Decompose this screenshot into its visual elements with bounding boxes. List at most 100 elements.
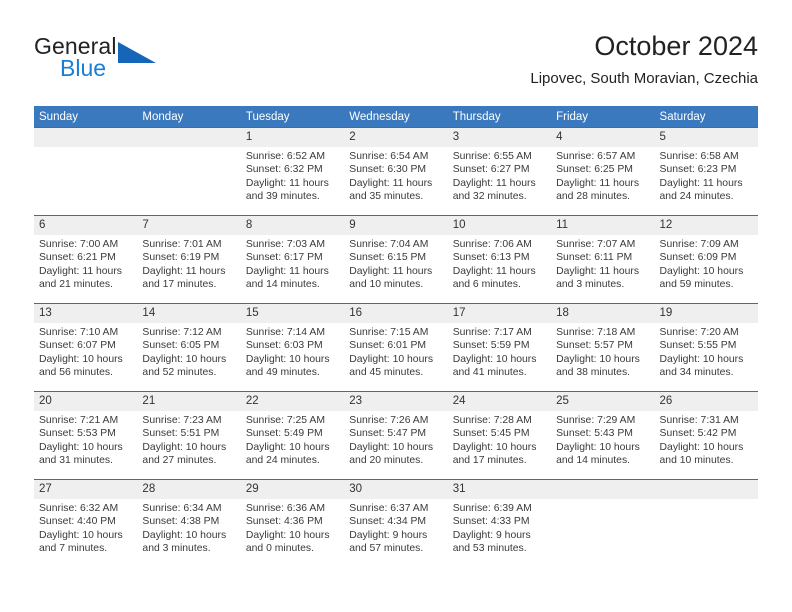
calendar-day-cell[interactable]: 1 Sunrise: 6:52 AM Sunset: 6:32 PM Daylight… [240,127,345,216]
daylight-duration-line1: Daylight: 11 hours [245,177,329,189]
calendar-day-cell[interactable]: 9 Sunrise: 7:04 AM Sunset: 6:15 PM Daylight… [344,215,448,304]
calendar-day-cell[interactable]: 31 Sunrise: 6:39 AM Sunset: 4:33 PM Dayligh… [447,479,552,567]
calendar-day-cell-inner: 5 Sunrise: 6:58 AM Sunset: 6:23 PM Daylight… [654,128,758,215]
daylight-duration-line1: Daylight: 10 hours [452,441,537,453]
calendar-day-number: 8 [240,216,345,235]
calendar-day-cell[interactable]: 29 Sunrise: 6:36 AM Sunset: 4:36 PM Dayligh… [240,479,345,567]
calendar-day-cell[interactable]: 3 Sunrise: 6:55 AM Sunset: 6:27 PM Daylight… [447,127,552,216]
calendar-day-cell[interactable]: 15 Sunrise: 7:14 AM Sunset: 6:03 PM Dayligh… [240,303,345,392]
calendar-day-cell-empty [137,127,241,216]
calendar-day-cell[interactable]: 5 Sunrise: 6:58 AM Sunset: 6:23 PM Daylight… [654,127,758,216]
calendar-day-cell-inner: 19 Sunrise: 7:20 AM Sunset: 5:55 PM Dayligh… [654,304,758,391]
calendar-day-number: 15 [240,304,345,323]
sunset-time: Sunset: 4:33 PM [452,516,530,528]
sunset-time: Sunset: 6:27 PM [452,164,530,176]
calendar-day-cell[interactable]: 12 Sunrise: 7:09 AM Sunset: 6:09 PM Dayligh… [654,215,758,304]
calendar-day-number: 22 [240,392,345,411]
sunrise-time: Sunrise: 7:26 AM [349,415,429,426]
calendar-day-details: Sunrise: 7:07 AM Sunset: 6:11 PM Daylight:… [551,235,654,292]
calendar-day-number: 19 [654,304,758,323]
calendar-day-cell[interactable]: 8 Sunrise: 7:03 AM Sunset: 6:17 PM Daylight… [240,215,345,304]
calendar-day-number [34,128,138,147]
calendar-day-details: Sunrise: 7:23 AM Sunset: 5:51 PM Daylight:… [137,411,240,468]
calendar-day-cell-inner: 22 Sunrise: 7:25 AM Sunset: 5:49 PM Dayligh… [240,392,345,479]
daylight-duration-line2: and 3 minutes. [556,279,625,291]
daylight-duration-line2: and 17 minutes. [142,279,217,291]
daylight-duration-line2: and 35 minutes. [349,191,424,203]
calendar-day-cell[interactable]: 24 Sunrise: 7:28 AM Sunset: 5:45 PM Dayligh… [447,391,552,480]
calendar-day-cell[interactable]: 18 Sunrise: 7:18 AM Sunset: 5:57 PM Dayligh… [551,303,655,392]
calendar-day-cell[interactable]: 10 Sunrise: 7:06 AM Sunset: 6:13 PM Dayligh… [447,215,552,304]
calendar-day-details: Sunrise: 7:10 AM Sunset: 6:07 PM Daylight:… [34,323,137,380]
calendar-day-cell[interactable]: 22 Sunrise: 7:25 AM Sunset: 5:49 PM Dayligh… [240,391,345,480]
calendar-day-cell-inner: 28 Sunrise: 6:34 AM Sunset: 4:38 PM Dayligh… [137,480,241,567]
calendar-day-cell[interactable]: 14 Sunrise: 7:12 AM Sunset: 6:05 PM Dayligh… [137,303,241,392]
daylight-duration-line1: Daylight: 10 hours [659,441,744,453]
sunset-time: Sunset: 6:15 PM [349,252,427,264]
sunset-time: Sunset: 5:43 PM [556,428,633,440]
calendar-day-cell[interactable]: 26 Sunrise: 7:31 AM Sunset: 5:42 PM Dayligh… [654,391,758,480]
sunrise-time: Sunrise: 7:12 AM [142,327,222,338]
calendar-day-details: Sunrise: 7:15 AM Sunset: 6:01 PM Daylight:… [344,323,447,380]
sunrise-time: Sunrise: 7:25 AM [245,415,325,426]
calendar-day-cell[interactable]: 19 Sunrise: 7:20 AM Sunset: 5:55 PM Dayligh… [654,303,758,392]
calendar-day-cell[interactable]: 27 Sunrise: 6:32 AM Sunset: 4:40 PM Dayligh… [34,479,138,567]
calendar-day-details: Sunrise: 6:52 AM Sunset: 6:32 PM Daylight:… [241,147,344,204]
title-block: October 2024 Lipovec, South Moravian, Cz… [530,30,758,89]
sunrise-time: Sunrise: 6:54 AM [349,151,429,162]
daylight-duration-line1: Daylight: 10 hours [245,529,330,541]
calendar-day-number [654,480,758,499]
calendar-day-cell[interactable]: 20 Sunrise: 7:21 AM Sunset: 5:53 PM Dayligh… [34,391,138,480]
calendar-day-cell[interactable]: 28 Sunrise: 6:34 AM Sunset: 4:38 PM Dayligh… [137,479,241,567]
calendar-day-cell-inner: 1 Sunrise: 6:52 AM Sunset: 6:32 PM Daylight… [240,128,345,215]
sunrise-time: Sunrise: 7:09 AM [659,239,739,250]
daylight-duration-line1: Daylight: 10 hours [556,441,640,453]
calendar-day-cell[interactable]: 4 Sunrise: 6:57 AM Sunset: 6:25 PM Daylight… [551,127,655,216]
daylight-duration-line1: Daylight: 10 hours [39,529,123,541]
sunset-time: Sunset: 6:05 PM [142,340,220,352]
sunset-time: Sunset: 6:17 PM [245,252,323,264]
calendar-day-cell-inner: 12 Sunrise: 7:09 AM Sunset: 6:09 PM Dayligh… [654,216,758,303]
calendar-day-cell[interactable]: 23 Sunrise: 7:26 AM Sunset: 5:47 PM Dayligh… [344,391,448,480]
calendar-day-cell[interactable]: 16 Sunrise: 7:15 AM Sunset: 6:01 PM Dayligh… [344,303,448,392]
daylight-duration-line1: Daylight: 11 hours [556,177,640,189]
calendar-day-number: 25 [551,392,655,411]
calendar-day-cell[interactable]: 13 Sunrise: 7:10 AM Sunset: 6:07 PM Dayligh… [34,303,138,392]
sunrise-time: Sunrise: 7:29 AM [556,415,636,426]
sunset-time: Sunset: 6:03 PM [245,340,323,352]
sunset-time: Sunset: 5:51 PM [142,428,220,440]
weekday-header-friday: Friday [551,106,655,128]
calendar-day-cell-inner [137,128,241,215]
daylight-duration-line2: and 45 minutes. [349,367,424,379]
calendar-day-details: Sunrise: 6:58 AM Sunset: 6:23 PM Daylight:… [655,147,758,204]
calendar-day-cell-inner: 11 Sunrise: 7:07 AM Sunset: 6:11 PM Dayligh… [551,216,655,303]
daylight-duration-line2: and 28 minutes. [556,191,631,203]
calendar-day-cell[interactable]: 21 Sunrise: 7:23 AM Sunset: 5:51 PM Dayligh… [137,391,241,480]
calendar-day-cell[interactable]: 7 Sunrise: 7:01 AM Sunset: 6:19 PM Daylight… [137,215,241,304]
calendar-day-cell-inner: 27 Sunrise: 6:32 AM Sunset: 4:40 PM Dayligh… [34,480,138,567]
daylight-duration-line2: and 17 minutes. [452,455,527,467]
sunset-time: Sunset: 6:01 PM [349,340,427,352]
daylight-duration-line2: and 41 minutes. [452,367,527,379]
calendar-day-cell-inner: 3 Sunrise: 6:55 AM Sunset: 6:27 PM Daylight… [447,128,552,215]
daylight-duration-line2: and 31 minutes. [39,455,113,467]
calendar-day-cell[interactable]: 6 Sunrise: 7:00 AM Sunset: 6:21 PM Daylight… [34,215,138,304]
calendar-day-cell[interactable]: 11 Sunrise: 7:07 AM Sunset: 6:11 PM Dayligh… [551,215,655,304]
calendar-day-details: Sunrise: 7:06 AM Sunset: 6:13 PM Daylight:… [448,235,551,292]
daylight-duration-line2: and 39 minutes. [245,191,320,203]
calendar-day-number: 28 [137,480,241,499]
calendar-week-row: 20 Sunrise: 7:21 AM Sunset: 5:53 PM Dayligh… [34,391,758,480]
calendar-day-cell[interactable]: 2 Sunrise: 6:54 AM Sunset: 6:30 PM Daylight… [344,127,448,216]
calendar-day-cell-inner: 21 Sunrise: 7:23 AM Sunset: 5:51 PM Dayligh… [137,392,241,479]
sunset-time: Sunset: 6:07 PM [39,340,116,352]
sunset-time: Sunset: 5:53 PM [39,428,116,440]
calendar-day-details: Sunrise: 6:57 AM Sunset: 6:25 PM Daylight:… [551,147,654,204]
calendar-day-cell[interactable]: 30 Sunrise: 6:37 AM Sunset: 4:34 PM Dayligh… [344,479,448,567]
calendar-day-number: 20 [34,392,138,411]
calendar-day-cell[interactable]: 17 Sunrise: 7:17 AM Sunset: 5:59 PM Dayligh… [447,303,552,392]
calendar-day-number: 6 [34,216,138,235]
daylight-duration-line1: Daylight: 10 hours [142,441,227,453]
calendar-day-cell[interactable]: 25 Sunrise: 7:29 AM Sunset: 5:43 PM Dayligh… [551,391,655,480]
calendar-day-details: Sunrise: 6:54 AM Sunset: 6:30 PM Daylight:… [344,147,447,204]
brand-logo[interactable]: General Blue [34,33,244,91]
